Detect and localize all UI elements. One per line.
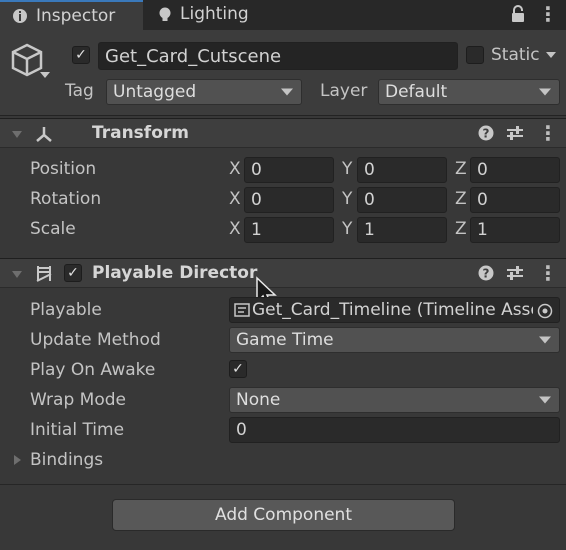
rotation-y-field[interactable]: 0 <box>357 187 447 213</box>
play-on-awake-checkbox[interactable]: ✓ <box>229 360 247 378</box>
svg-text:?: ? <box>483 127 490 141</box>
tag-value: Untagged <box>113 82 197 102</box>
component-menu-icon[interactable]: ⋮ <box>538 121 558 145</box>
play-on-awake-label: Play On Awake <box>30 360 156 380</box>
bindings-foldout[interactable]: Bindings <box>30 450 103 470</box>
playable-director-title: Playable Director <box>92 263 258 283</box>
add-component-button[interactable]: Add Component <box>112 499 455 531</box>
axis-x-label[interactable]: X <box>229 159 241 179</box>
foldout-arrow-icon[interactable] <box>12 131 22 138</box>
axis-x-label[interactable]: X <box>229 219 241 239</box>
chevron-down-icon <box>281 88 293 96</box>
tag-dropdown[interactable]: Untagged <box>106 79 302 105</box>
wrap-mode-label: Wrap Mode <box>30 390 126 410</box>
static-label[interactable]: Static <box>491 45 540 65</box>
update-method-value: Game Time <box>236 330 334 350</box>
chevron-down-icon <box>539 88 551 96</box>
playable-value: Get_Card_Timeline (Timeline Asset) <box>252 300 533 320</box>
transform-title: Transform <box>92 123 189 143</box>
divider <box>0 484 566 485</box>
foldout-arrow-icon[interactable] <box>12 271 22 278</box>
transform-header[interactable]: Transform ? ⋮ <box>0 118 566 148</box>
timeline-asset-icon <box>234 303 250 317</box>
svg-text:?: ? <box>483 267 490 281</box>
wrap-mode-dropdown[interactable]: None <box>229 387 560 413</box>
gameobject-name-input[interactable]: Get_Card_Cutscene <box>98 42 458 70</box>
tab-inspector[interactable]: Inspector <box>0 0 143 30</box>
icon-dropdown-arrow-icon[interactable] <box>40 72 50 78</box>
tab-lighting[interactable]: Lighting <box>144 0 284 30</box>
axis-z-label[interactable]: Z <box>455 219 467 239</box>
preset-sliders-icon[interactable] <box>506 265 524 281</box>
help-icon[interactable]: ? <box>478 265 494 281</box>
rotation-x-field[interactable]: 0 <box>244 187 334 213</box>
update-method-label: Update Method <box>30 330 161 350</box>
preset-sliders-icon[interactable] <box>506 125 524 141</box>
active-checkbox[interactable]: ✓ <box>72 46 90 64</box>
playable-director-header[interactable]: ✓ Playable Director ? ⋮ <box>0 258 566 288</box>
scale-x-field[interactable]: 1 <box>244 217 334 243</box>
tag-label: Tag <box>65 81 94 101</box>
axis-y-label[interactable]: Y <box>342 219 352 239</box>
static-dropdown-icon[interactable] <box>546 52 556 58</box>
transform-axes-icon <box>36 127 52 142</box>
rotation-z-field[interactable]: 0 <box>470 187 560 213</box>
director-chair-icon <box>36 266 52 282</box>
axis-x-label[interactable]: X <box>229 189 241 209</box>
scale-label: Scale <box>30 219 76 239</box>
playable-director-enabled-checkbox[interactable]: ✓ <box>64 264 82 282</box>
update-method-dropdown[interactable]: Game Time <box>229 327 560 353</box>
position-y-field[interactable]: 0 <box>357 157 447 183</box>
gameobject-cube-icon[interactable] <box>10 42 44 78</box>
wrap-mode-value: None <box>236 390 281 410</box>
axis-y-label[interactable]: Y <box>342 189 352 209</box>
tab-inspector-label: Inspector <box>36 6 116 26</box>
tab-lighting-label: Lighting <box>180 4 249 24</box>
playable-object-field[interactable]: Get_Card_Timeline (Timeline Asset) <box>229 297 560 323</box>
position-z-field[interactable]: 0 <box>470 157 560 183</box>
playable-label: Playable <box>30 300 102 320</box>
lightbulb-icon <box>159 7 171 21</box>
component-menu-icon[interactable]: ⋮ <box>538 261 558 285</box>
chevron-down-icon <box>539 336 551 344</box>
initial-time-field[interactable]: 0 <box>229 417 560 443</box>
axis-z-label[interactable]: Z <box>455 189 467 209</box>
bindings-foldout-arrow-icon[interactable] <box>14 455 21 465</box>
layer-label: Layer <box>320 81 368 101</box>
rotation-label: Rotation <box>30 189 102 209</box>
axis-y-label[interactable]: Y <box>342 159 352 179</box>
gameobject-header: ✓ Get_Card_Cutscene Static Tag Untagged … <box>0 30 566 116</box>
object-picker-icon[interactable] <box>537 303 553 319</box>
layer-value: Default <box>385 82 448 102</box>
help-icon[interactable]: ? <box>478 125 494 141</box>
lock-icon[interactable] <box>510 5 526 23</box>
static-checkbox[interactable] <box>466 46 484 64</box>
transform-body: Position X 0 Y 0 Z 0 Rotation X 0 Y 0 Z … <box>0 150 566 254</box>
chevron-down-icon <box>539 396 551 404</box>
axis-z-label[interactable]: Z <box>455 159 467 179</box>
position-x-field[interactable]: 0 <box>244 157 334 183</box>
position-label: Position <box>30 159 97 179</box>
more-menu-icon[interactable]: ⋮ <box>538 2 558 26</box>
initial-time-label: Initial Time <box>30 420 125 440</box>
playable-director-body: Playable Get_Card_Timeline (Timeline Ass… <box>0 290 566 480</box>
inspector-icon <box>13 9 27 23</box>
layer-dropdown[interactable]: Default <box>378 79 560 105</box>
scale-y-field[interactable]: 1 <box>357 217 447 243</box>
tab-bar: Inspector Lighting ⋮ <box>0 0 566 30</box>
scale-z-field[interactable]: 1 <box>470 217 560 243</box>
